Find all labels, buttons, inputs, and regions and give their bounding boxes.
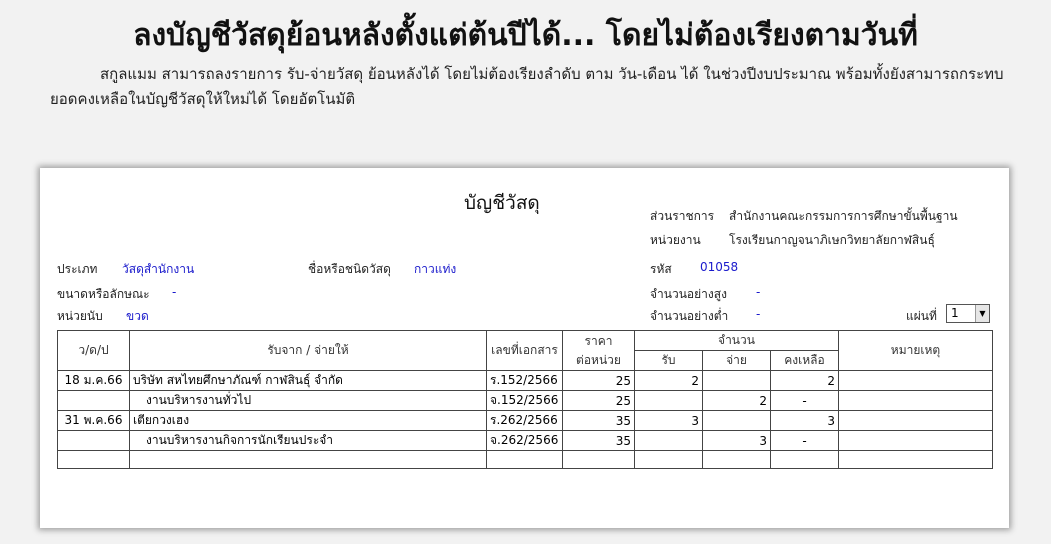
cell-price: 25 — [562, 390, 635, 411]
size-value: - — [172, 285, 177, 299]
type-value: วัสดุสำนักงาน — [122, 262, 195, 276]
header-quantity: จำนวน — [634, 330, 839, 351]
min-qty-value: - — [756, 307, 761, 321]
header-price-line1: ราคา — [584, 333, 613, 348]
uom-value: ขวด — [126, 309, 149, 323]
empty-cell — [562, 450, 635, 469]
cell-price: 25 — [562, 370, 635, 391]
cell-receive — [634, 430, 703, 451]
cell-date: 31 พ.ค.66 — [57, 410, 130, 431]
cell-party: งานบริหารงานกิจการนักเรียนประจำ — [129, 430, 487, 451]
unit-label: หน่วยงาน — [650, 233, 701, 247]
cell-receive: 2 — [634, 370, 703, 391]
page-number-value: 1 — [951, 306, 959, 320]
header-doc-no: เลขที่เอกสาร — [486, 330, 563, 371]
header-pay: จ่าย — [702, 350, 771, 371]
page-number-select[interactable]: 1 ▼ — [946, 304, 990, 323]
cell-pay: 2 — [702, 390, 771, 411]
material-name-label: ชื่อหรือชนิดวัสดุ — [308, 262, 391, 276]
cell-doc: ร.262/2566 — [486, 410, 563, 431]
cell-party: เตียกวงเฮง — [129, 410, 487, 431]
uom-label: หน่วยนับ — [57, 309, 103, 323]
min-qty-label: จำนวนอย่างต่ำ — [650, 309, 729, 323]
cell-balance: - — [770, 390, 839, 411]
agency-label: ส่วนราชการ — [650, 209, 715, 223]
header-balance: คงเหลือ — [770, 350, 839, 371]
header-from-to: รับจาก / จ่ายให้ — [129, 330, 487, 371]
header-date: ว/ด/ป — [57, 330, 130, 371]
material-name-value: กาวแท่ง — [414, 262, 457, 276]
empty-cell — [702, 450, 771, 469]
cell-date — [57, 390, 130, 411]
cell-remark — [838, 370, 993, 391]
header-unit-price: ราคา ต่อหน่วย — [562, 330, 635, 371]
max-qty-label: จำนวนอย่างสูง — [650, 287, 727, 301]
ledger-sheet: บัญชีวัสดุ ส่วนราชการ สำนักงานคณะกรรมการ… — [40, 168, 1009, 528]
chevron-down-icon[interactable]: ▼ — [975, 305, 989, 322]
header-receive: รับ — [634, 350, 703, 371]
cell-receive — [634, 390, 703, 411]
header-price-line2: ต่อหน่วย — [576, 352, 621, 367]
page-number-label: แผ่นที่ — [906, 309, 937, 323]
cell-remark — [838, 410, 993, 431]
empty-cell — [57, 450, 130, 469]
type-label: ประเภท — [57, 262, 98, 276]
empty-cell — [770, 450, 839, 469]
cell-doc: จ.152/2566 — [486, 390, 563, 411]
max-qty-value: - — [756, 285, 761, 299]
cell-balance: 2 — [770, 370, 839, 391]
empty-cell — [838, 450, 993, 469]
cell-doc: จ.262/2566 — [486, 430, 563, 451]
header-remark: หมายเหตุ — [838, 330, 993, 371]
cell-pay — [702, 410, 771, 431]
cell-doc: ร.152/2566 — [486, 370, 563, 391]
cell-pay — [702, 370, 771, 391]
cell-pay: 3 — [702, 430, 771, 451]
cell-remark — [838, 390, 993, 411]
table-row[interactable]: งานบริหารงานทั่วไป จ.152/2566 25 2 - — [57, 390, 993, 411]
headline: ลงบัญชีวัสดุย้อนหลังตั้งแต่ต้นปีได้... โ… — [133, 18, 918, 53]
cell-remark — [838, 430, 993, 451]
cell-price: 35 — [562, 410, 635, 431]
empty-cell — [129, 450, 487, 469]
size-label: ขนาดหรือลักษณะ — [57, 287, 150, 301]
cell-date — [57, 430, 130, 451]
description: สกูลแมม สามารถลงรายการ รับ-จ่ายวัสดุ ย้อ… — [50, 65, 1004, 108]
empty-cell — [634, 450, 703, 469]
table-row[interactable]: 31 พ.ค.66 เตียกวงเฮง ร.262/2566 35 3 3 — [57, 410, 993, 431]
code-label: รหัส — [650, 262, 672, 276]
unit-value: โรงเรียนกาญจนาภิเษกวิทยาลัยกาฬสินธุ์ — [729, 233, 935, 247]
table-row[interactable]: 18 ม.ค.66 บริษัท สหไทยศึกษาภัณฑ์ กาฬสินธ… — [57, 370, 993, 391]
cell-balance: 3 — [770, 410, 839, 431]
cell-date: 18 ม.ค.66 — [57, 370, 130, 391]
cell-price: 35 — [562, 430, 635, 451]
sheet-title: บัญชีวัสดุ — [464, 192, 540, 214]
agency-value: สำนักงานคณะกรรมการการศึกษาขั้นพื้นฐาน — [729, 209, 958, 223]
empty-cell — [486, 450, 563, 469]
table-row[interactable]: งานบริหารงานกิจการนักเรียนประจำ จ.262/25… — [57, 430, 993, 451]
cell-receive: 3 — [634, 410, 703, 431]
empty-row — [57, 450, 993, 469]
cell-party: บริษัท สหไทยศึกษาภัณฑ์ กาฬสินธุ์ จำกัด — [129, 370, 487, 391]
ledger-table: ว/ด/ป รับจาก / จ่ายให้ เลขที่เอกสาร ราคา… — [57, 330, 993, 469]
code-value: 01058 — [700, 260, 739, 274]
cell-balance: - — [770, 430, 839, 451]
cell-party: งานบริหารงานทั่วไป — [129, 390, 487, 411]
